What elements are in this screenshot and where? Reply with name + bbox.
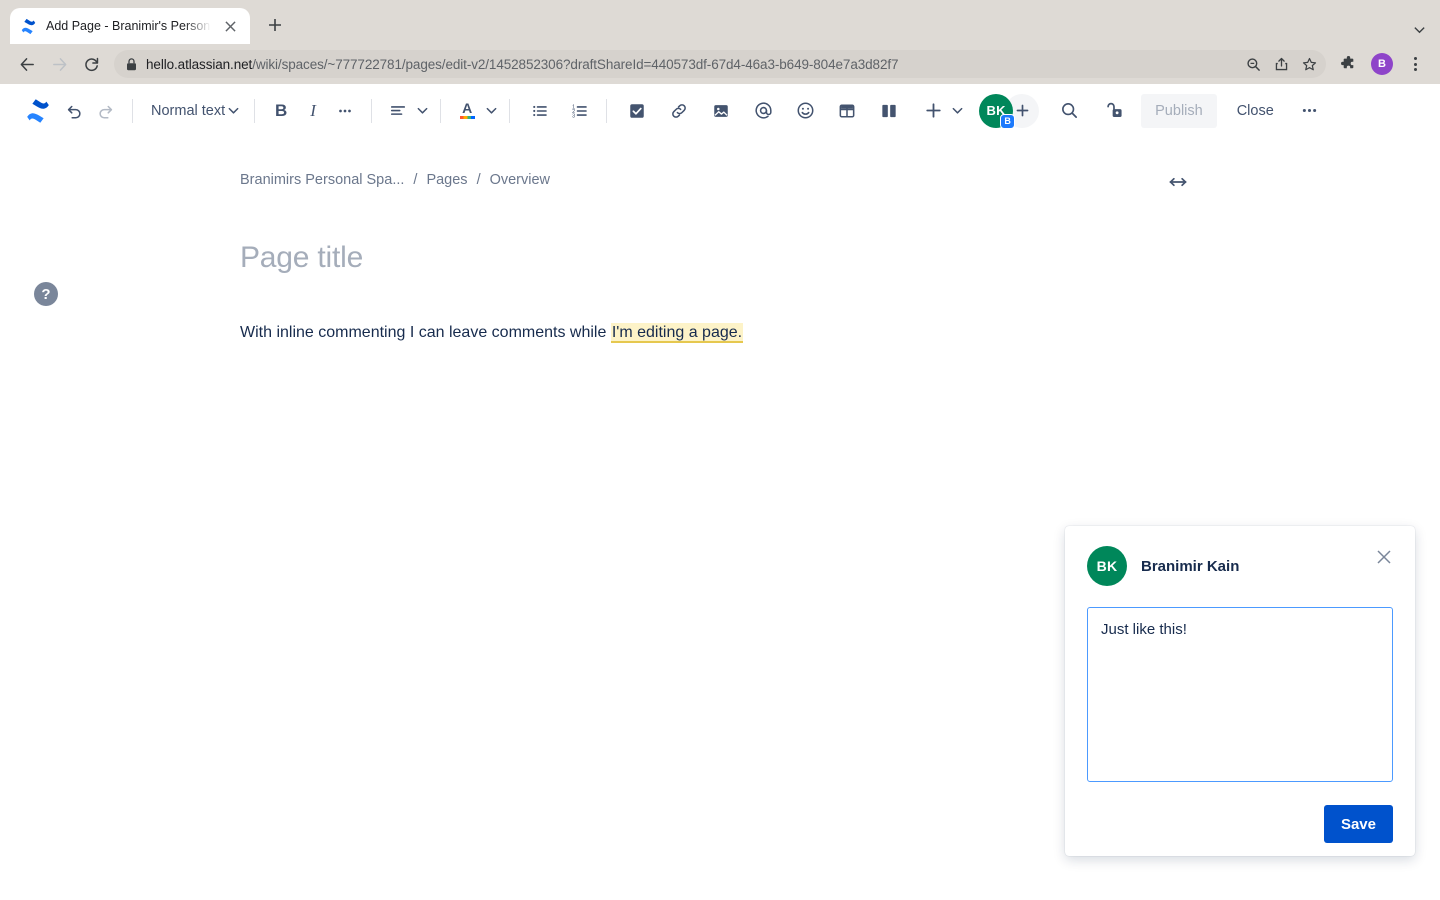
forward-button[interactable]	[44, 49, 74, 79]
bold-button[interactable]: B	[265, 95, 297, 127]
text-alignment-button[interactable]	[382, 95, 414, 127]
toolbar-divider	[606, 99, 607, 123]
page-width-toggle-icon[interactable]	[1164, 168, 1192, 196]
text-alignment-chevron-down-icon[interactable]	[414, 95, 430, 127]
browser-tab[interactable]: Add Page - Branimir's Personal Space - C…	[10, 8, 250, 44]
publish-button[interactable]: Publish	[1141, 94, 1217, 128]
inline-comment-popup: BK Branimir Kain Save	[1065, 526, 1415, 856]
editor-more-options-button[interactable]	[1294, 95, 1326, 127]
browser-toolbar: hello.atlassian.net/wiki/spaces/~7777227…	[0, 44, 1440, 84]
text-color-button[interactable]: A	[451, 95, 483, 127]
toolbar-divider	[440, 99, 441, 123]
text-color-chevron-down-icon[interactable]	[483, 95, 499, 127]
comment-author-name: Branimir Kain	[1141, 558, 1239, 575]
tab-close-icon[interactable]	[220, 16, 240, 36]
insert-button[interactable]	[917, 95, 949, 127]
address-bar[interactable]: hello.atlassian.net/wiki/spaces/~7777227…	[114, 50, 1326, 78]
redo-button[interactable]	[90, 95, 122, 127]
insert-chevron-down-icon[interactable]	[949, 95, 965, 127]
browser-tabstrip: Add Page - Branimir's Personal Space - C…	[0, 0, 1440, 44]
page-content-area: Branimirs Personal Spa... / Pages / Over…	[0, 138, 1440, 344]
zoom-search-icon[interactable]	[1240, 51, 1266, 77]
comment-author-avatar: BK	[1087, 546, 1127, 586]
reload-button[interactable]	[76, 49, 106, 79]
breadcrumb-item-space[interactable]: Branimirs Personal Spa...	[240, 172, 404, 188]
image-button[interactable]	[705, 95, 737, 127]
mention-button[interactable]	[747, 95, 779, 127]
address-bar-url: hello.atlassian.net/wiki/spaces/~7777227…	[146, 57, 898, 72]
avatar-app-badge: B	[1000, 114, 1015, 129]
body-text: With inline commenting I can leave comme…	[240, 324, 611, 341]
action-item-button[interactable]	[621, 95, 653, 127]
color-swatch	[460, 116, 475, 119]
toolbar-divider	[509, 99, 510, 123]
new-tab-button[interactable]	[258, 8, 292, 42]
undo-button[interactable]	[58, 95, 90, 127]
bullet-list-button[interactable]	[524, 95, 556, 127]
page-body-content[interactable]: With inline commenting I can leave comme…	[240, 321, 1440, 344]
comment-input[interactable]	[1087, 607, 1393, 782]
search-button[interactable]	[1053, 95, 1085, 127]
breadcrumb-item-pages[interactable]: Pages	[426, 172, 467, 188]
table-button[interactable]	[831, 95, 863, 127]
restrictions-unlock-icon[interactable]	[1099, 95, 1131, 127]
puzzle-piece-icon[interactable]	[1334, 50, 1362, 78]
browser-chrome: Add Page - Branimir's Personal Space - C…	[0, 0, 1440, 84]
browser-profile-avatar[interactable]: B	[1371, 53, 1393, 75]
numbered-list-button[interactable]: 123	[564, 95, 596, 127]
toolbar-divider	[132, 99, 133, 123]
bookmark-star-icon[interactable]	[1296, 51, 1322, 77]
text-style-label: Normal text	[151, 103, 225, 119]
breadcrumb-separator: /	[477, 172, 481, 188]
toolbar-divider	[371, 99, 372, 123]
breadcrumb-separator: /	[413, 172, 417, 188]
inline-comment-highlight[interactable]: I'm editing a page.	[611, 323, 743, 343]
chevron-down-icon	[227, 104, 240, 117]
emoji-button[interactable]	[789, 95, 821, 127]
toolbar-divider	[254, 99, 255, 123]
close-icon[interactable]	[1371, 544, 1397, 570]
share-icon[interactable]	[1268, 51, 1294, 77]
close-button[interactable]: Close	[1225, 94, 1286, 128]
address-bar-actions	[1240, 50, 1322, 78]
confluence-favicon	[20, 18, 37, 35]
atlassian-confluence-logo[interactable]	[18, 91, 58, 131]
url-path: /wiki/spaces/~777722781/pages/edit-v2/14…	[252, 57, 898, 72]
help-icon[interactable]: ?	[34, 282, 58, 306]
text-style-dropdown[interactable]: Normal text	[143, 95, 244, 127]
back-button[interactable]	[12, 49, 42, 79]
more-formatting-button[interactable]	[329, 95, 361, 127]
browser-tab-title: Add Page - Branimir's Personal Space - C…	[46, 19, 211, 33]
editor-toolbar: Normal text B I A	[0, 84, 1440, 138]
url-host: hello.atlassian.net	[146, 57, 252, 72]
breadcrumb-item-overview[interactable]: Overview	[490, 172, 550, 188]
italic-button[interactable]: I	[297, 95, 329, 127]
confluence-editor: Normal text B I A	[0, 84, 1440, 900]
breadcrumb: Branimirs Personal Spa... / Pages / Over…	[0, 138, 1440, 188]
text-color-label: A	[462, 102, 472, 115]
svg-text:3: 3	[572, 113, 575, 119]
tabstrip-chevron-down-icon[interactable]	[1413, 23, 1426, 36]
comment-avatar-initials: BK	[1097, 558, 1118, 574]
browser-menu-button[interactable]	[1402, 51, 1428, 77]
lock-icon	[126, 58, 137, 71]
page-title-input[interactable]: Page title	[240, 241, 1440, 275]
save-button[interactable]: Save	[1324, 805, 1393, 843]
comment-header: BK Branimir Kain	[1087, 546, 1393, 586]
comment-actions: Save	[1087, 805, 1393, 843]
link-button[interactable]	[663, 95, 695, 127]
layouts-button[interactable]	[873, 95, 905, 127]
collaborators: BK B	[979, 94, 1039, 128]
